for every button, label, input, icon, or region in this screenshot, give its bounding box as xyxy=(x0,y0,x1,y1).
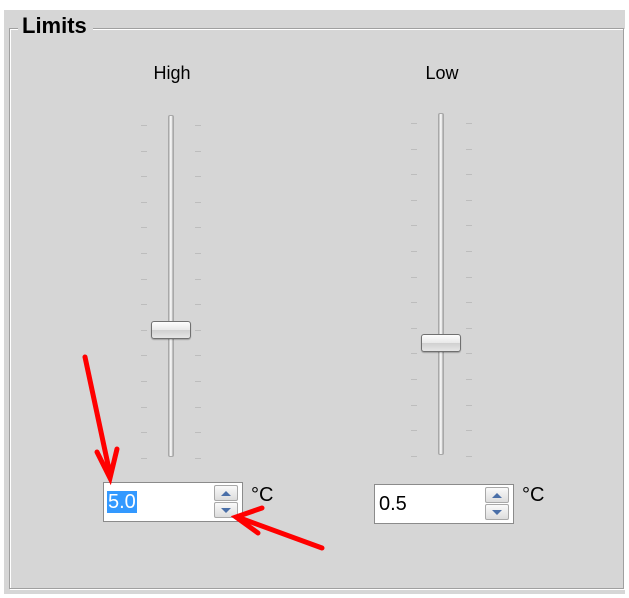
annotation-arrow-icon xyxy=(82,354,120,486)
annotation-arrows xyxy=(82,354,325,551)
annotation-arrow-icon xyxy=(230,505,325,551)
